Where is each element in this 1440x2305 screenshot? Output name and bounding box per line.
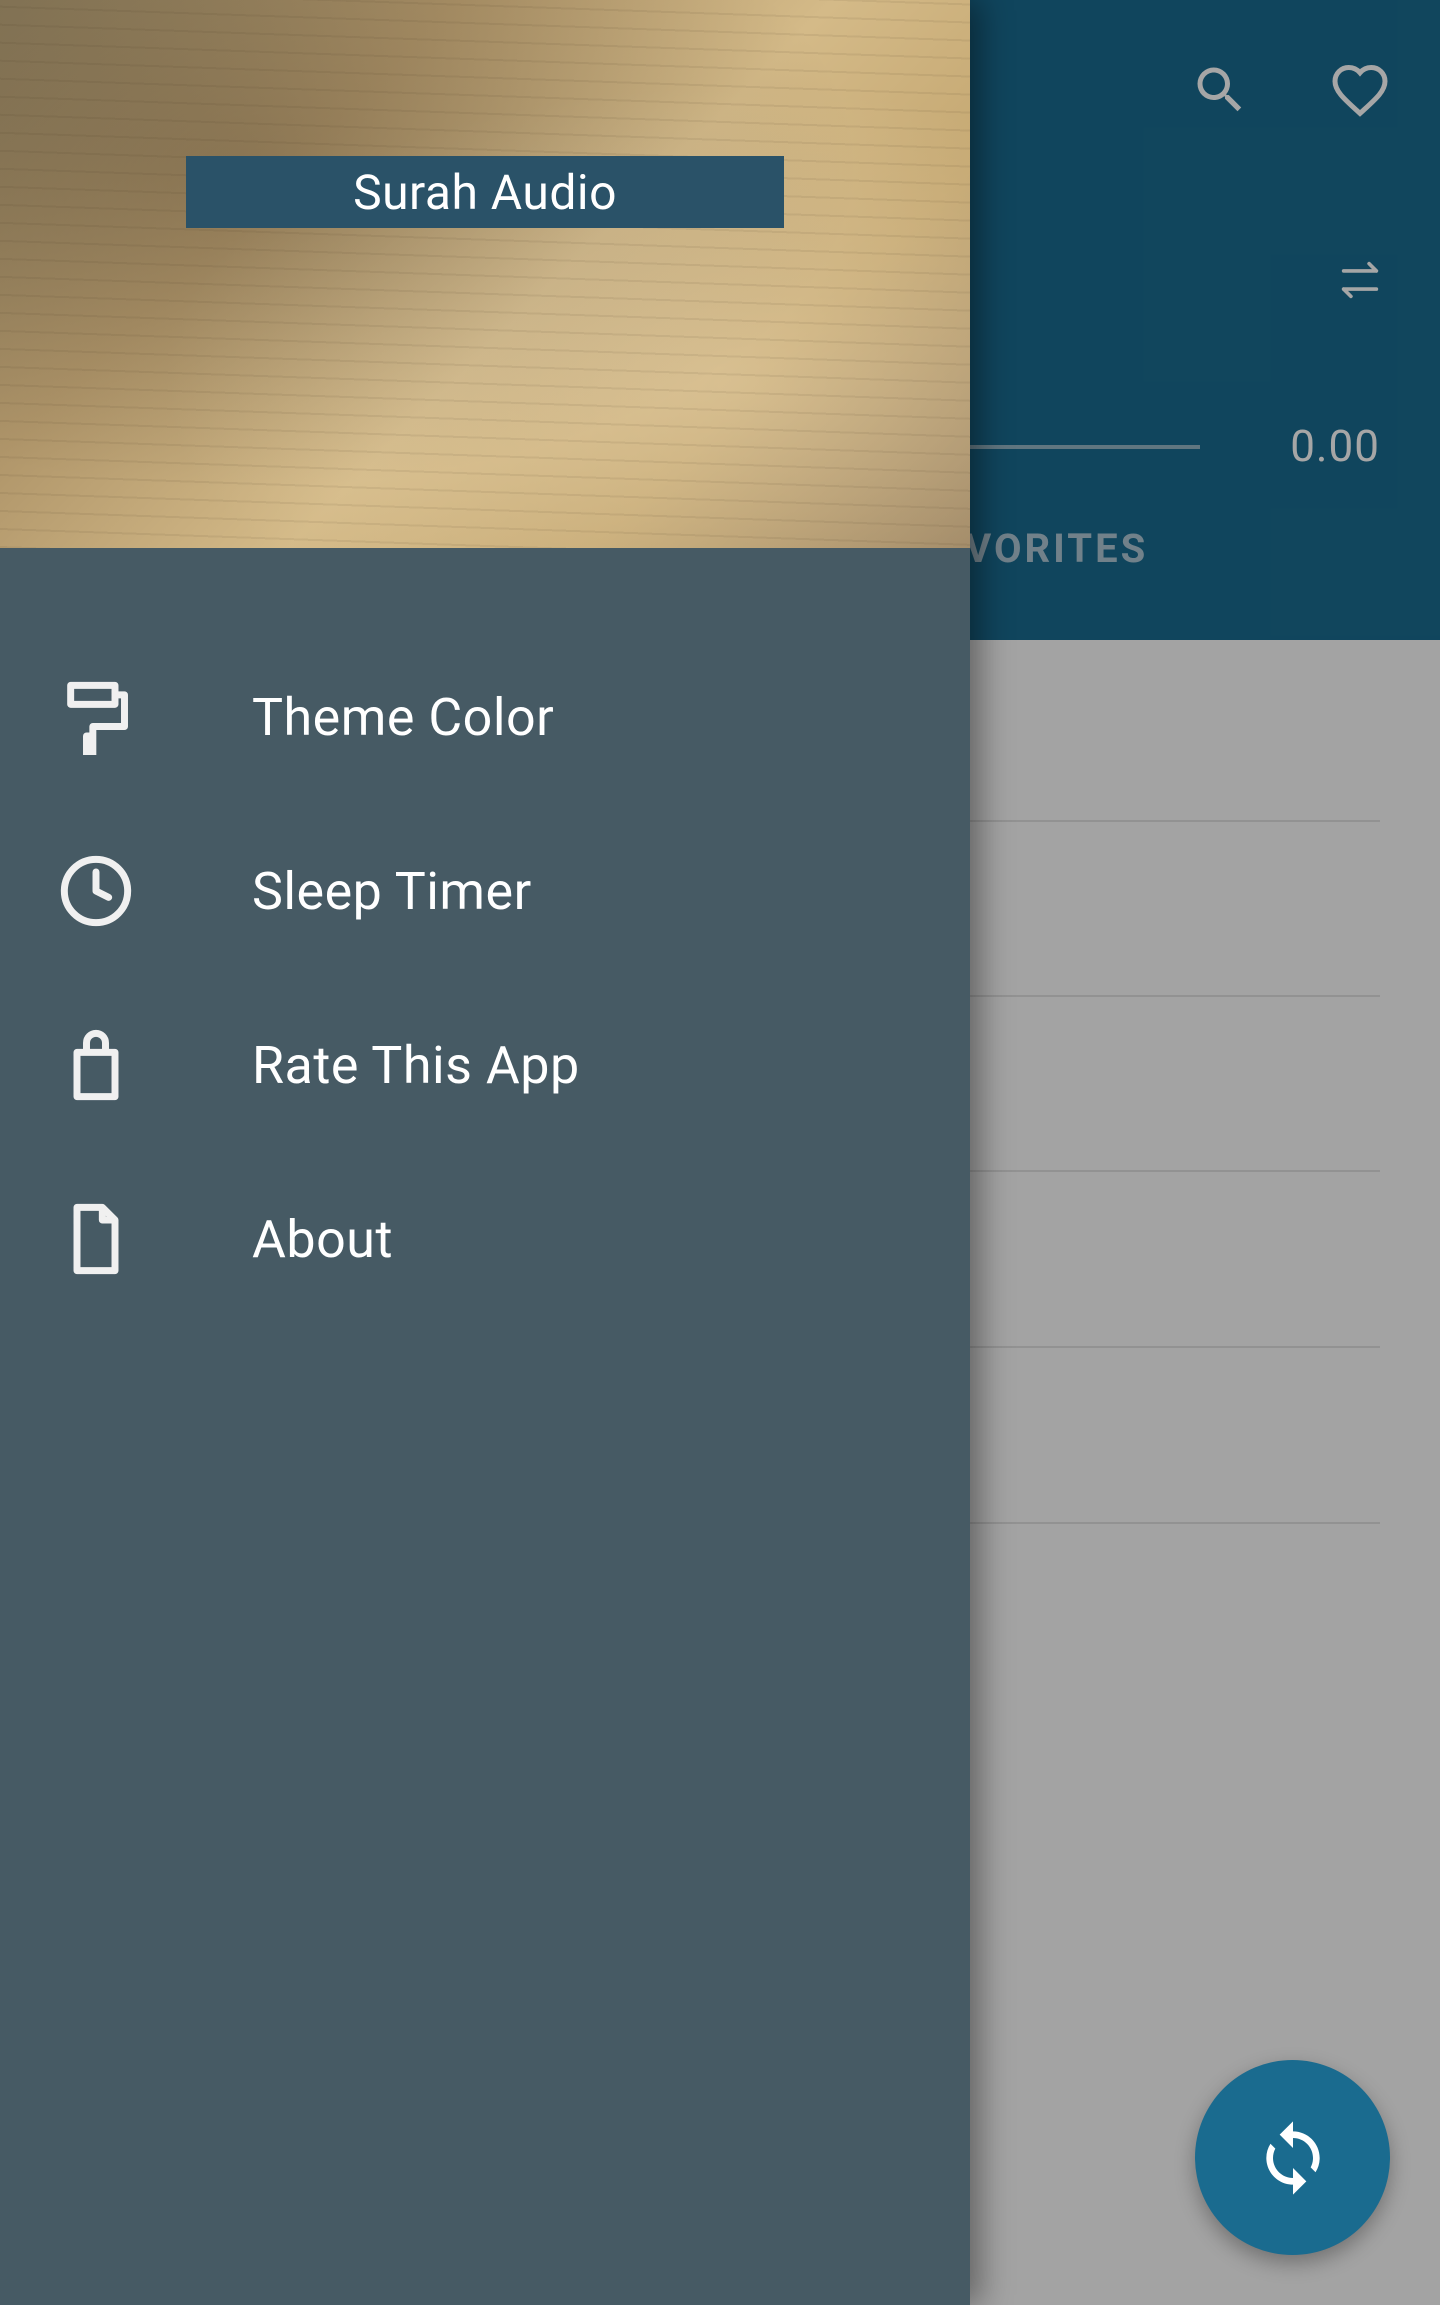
drawer-item-rate-app[interactable]: Rate This App bbox=[0, 978, 970, 1152]
drawer-title: Surah Audio bbox=[186, 156, 784, 228]
drawer-item-theme-color[interactable]: Theme Color bbox=[0, 630, 970, 804]
drawer-item-sleep-timer[interactable]: Sleep Timer bbox=[0, 804, 970, 978]
drawer-menu: Theme Color Sleep Timer Rate This App About bbox=[0, 548, 970, 1326]
drawer-item-about[interactable]: About bbox=[0, 1152, 970, 1326]
drawer-item-label: Rate This App bbox=[252, 1035, 580, 1096]
file-icon bbox=[58, 1201, 134, 1277]
drawer-item-label: Theme Color bbox=[252, 687, 554, 748]
paint-roller-icon bbox=[58, 679, 134, 755]
drawer-header-image: Surah Audio bbox=[0, 0, 970, 548]
drawer-item-label: Sleep Timer bbox=[252, 861, 532, 922]
shopping-bag-icon bbox=[58, 1027, 134, 1103]
drawer-item-label: About bbox=[252, 1209, 393, 1270]
refresh-fab[interactable] bbox=[1195, 2060, 1390, 2255]
refresh-icon bbox=[1253, 2118, 1333, 2198]
clock-icon bbox=[58, 853, 134, 929]
navigation-drawer: Surah Audio Theme Color Sleep Timer Rate T… bbox=[0, 0, 970, 2305]
